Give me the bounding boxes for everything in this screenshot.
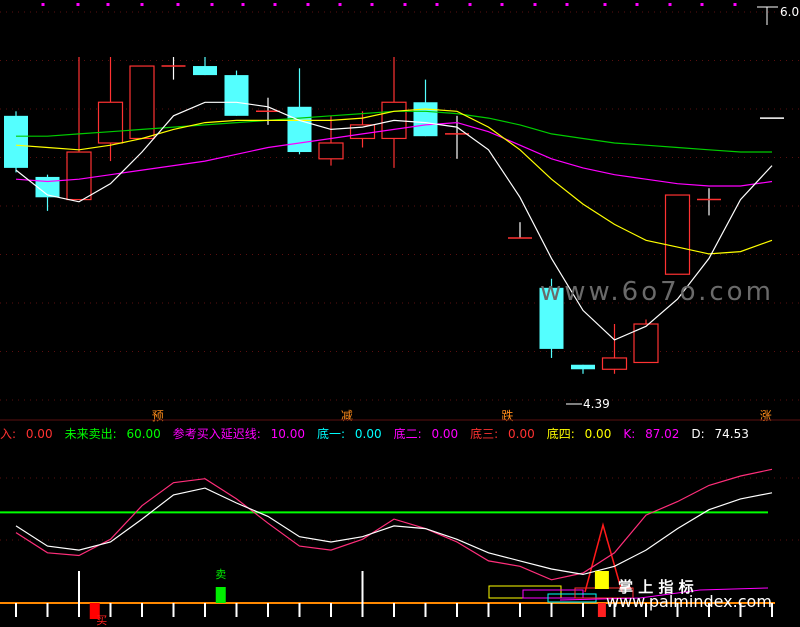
top-dot-marker (435, 3, 439, 6)
candle (193, 56, 217, 76)
top-dot-marker (500, 3, 504, 6)
candle (318, 115, 344, 166)
top-dot-marker (403, 3, 407, 6)
legend-bottom-2: 底二: 0.00 (393, 427, 459, 441)
top-dot-marker (176, 3, 180, 6)
candle (224, 70, 249, 116)
legend-buy-label: 入: 0.00 (0, 427, 53, 441)
candle-body-up (66, 151, 92, 201)
chart-root: 预减跌涨 6.0 4.39 www.6o7o.com 买卖 掌 上 指 标 ww… (0, 0, 800, 627)
candle (571, 364, 595, 374)
top-dot-marker (273, 3, 277, 6)
top-dot-marker (241, 3, 245, 6)
sell-signal-bar (215, 587, 226, 603)
candle-body-up (97, 101, 124, 144)
top-dot-marker (533, 3, 537, 6)
annotation-label: 减 (341, 409, 353, 423)
candle-body-up (318, 142, 344, 160)
high-price-label: 6.0 (780, 5, 799, 19)
candle-annotations: 预减跌涨 (152, 408, 772, 423)
candle (35, 174, 60, 211)
top-dot-marker (370, 3, 374, 6)
kd-k-line (15, 468, 773, 581)
annotation-label: 跌 (501, 408, 513, 423)
top-dot-marker (210, 3, 214, 6)
candle (4, 111, 28, 173)
candle-body-up (601, 357, 628, 370)
legend-d: D: 74.53 (691, 427, 749, 441)
candle (161, 56, 186, 80)
candle (697, 188, 721, 216)
top-dot-marker (565, 3, 569, 6)
candle (664, 194, 691, 275)
legend-future-sell: 未来卖出: 60.00 (64, 427, 161, 441)
top-dot-marker (733, 3, 737, 6)
annotation-label: 涨 (760, 408, 772, 423)
chart-svg: 预减跌涨 6.0 4.39 www.6o7o.com 买卖 掌 上 指 标 ww… (0, 3, 800, 627)
legend-bottom-1: 底一: 0.00 (317, 427, 382, 441)
annotation-label: 预 (152, 409, 164, 423)
watermark-6o7o: www.6o7o.com (540, 277, 774, 307)
buy-signal-label: 买 (96, 614, 107, 627)
top-dot-marker (306, 3, 310, 6)
indicator-legend: 入: 0.00 未来卖出: 60.00 参考买入延迟线: 10.00 底一: 0.00… (0, 425, 761, 441)
top-dot-marker (106, 3, 110, 6)
candle-body-down (287, 106, 312, 153)
candlestick-series (4, 56, 784, 374)
watermark-palmindex: www.palmindex.com (606, 592, 772, 611)
top-dot-marker (668, 3, 672, 6)
top-dot-marker (700, 3, 704, 6)
bottom-signal-bar (594, 571, 609, 589)
kd-d-line (15, 487, 773, 576)
top-dot-marker (76, 3, 80, 6)
bottom-buy-bar (597, 603, 606, 617)
top-dot-marker (603, 3, 607, 6)
candle-body-down (571, 364, 595, 370)
top-dot-marker (338, 3, 342, 6)
candle-body-down (224, 75, 249, 116)
low-price-label: 4.39 (583, 397, 610, 411)
legend-bottom-3: 底三: 0.00 (470, 427, 535, 441)
candle-body-up (129, 65, 155, 140)
candle (129, 65, 155, 140)
sell-signal-label: 卖 (215, 568, 226, 581)
bottom-zone-box (488, 585, 562, 599)
candle-body-down (4, 115, 28, 168)
legend-k: K: 87.02 (623, 427, 680, 441)
candle-body-down (193, 66, 217, 76)
candle-body-down (413, 102, 438, 137)
legend-buy-delay-line: 参考买入延迟线: 10.00 (172, 427, 306, 441)
candle-body-up (664, 194, 691, 275)
candle (413, 79, 438, 137)
legend-bottom-4: 底四: 0.00 (546, 427, 612, 441)
top-dot-marker (140, 3, 144, 6)
top-dot-marker (468, 3, 472, 6)
candle (508, 222, 532, 239)
top-dot-marker (41, 3, 45, 6)
top-dot-marker (635, 3, 639, 6)
